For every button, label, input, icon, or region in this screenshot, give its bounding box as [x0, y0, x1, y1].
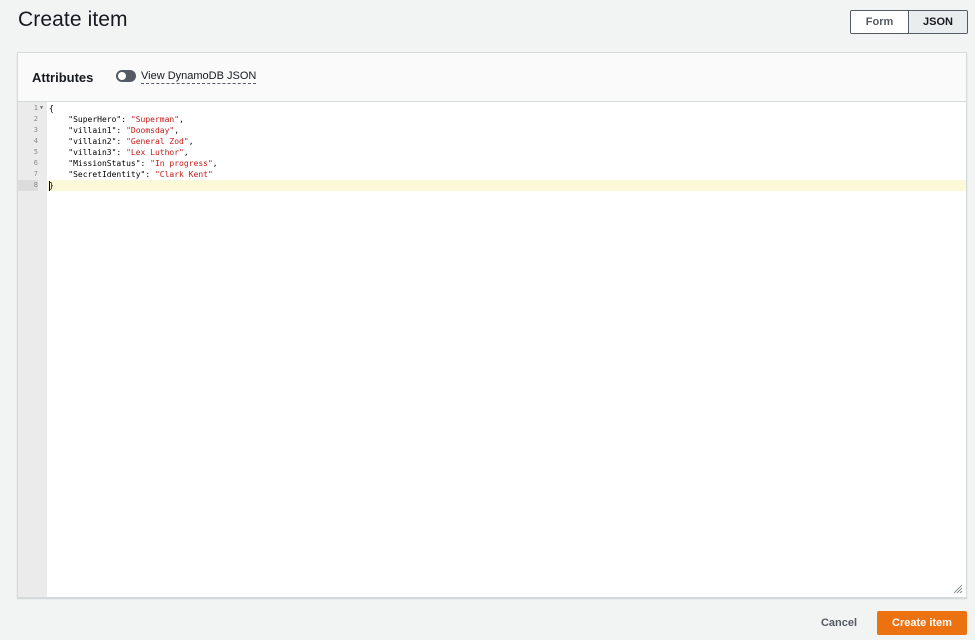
attributes-panel: Attributes View DynamoDB JSON 1 ▼ 2 3 4 5 6 7 8 … [17, 52, 967, 598]
code-line-text: "SecretIdentity": "Clark Kent" [49, 169, 213, 180]
line-number: 5 [33, 148, 38, 156]
fold-caret-icon[interactable]: ▼ [40, 103, 46, 114]
json-punctuation: , [188, 137, 194, 146]
json-string-value: "Doomsday" [126, 126, 175, 135]
code-line: "villain1": "Doomsday", [47, 125, 966, 136]
code-line-text: "villain2": "General Zod", [49, 136, 194, 147]
code-line-text: "villain3": "Lex Luthor", [49, 147, 189, 158]
line-number: 7 [33, 170, 38, 178]
cancel-button[interactable]: Cancel [810, 612, 868, 634]
create-item-page: Create item Form JSON Attributes View Dy… [0, 0, 975, 640]
toggle-knob [118, 72, 126, 80]
code-line: } [47, 180, 966, 191]
page-title: Create item [18, 8, 128, 31]
json-string-value: "General Zod" [126, 137, 189, 146]
json-key: "MissionStatus": [49, 159, 151, 168]
code-line-text: { [49, 103, 54, 114]
form-mode-button[interactable]: Form [851, 11, 909, 33]
resize-grip-icon[interactable] [953, 584, 963, 594]
view-dynamodb-json-toggle[interactable] [116, 70, 136, 82]
attributes-panel-header: Attributes View DynamoDB JSON [18, 53, 966, 102]
attributes-heading: Attributes [32, 70, 94, 85]
json-punctuation: , [179, 115, 184, 124]
json-code-editor[interactable]: 1 ▼ 2 3 4 5 6 7 8 { "SuperHero": "Superman", "vi… [18, 102, 966, 597]
json-key: "villain2": [49, 137, 127, 146]
json-punctuation: { [49, 104, 54, 113]
json-string-value: "Superman" [130, 115, 180, 124]
line-number: 6 [33, 159, 38, 167]
json-key: "villain3": [49, 148, 127, 157]
code-line-text: "villain1": "Doomsday", [49, 125, 179, 136]
json-key: "SecretIdentity": [49, 170, 155, 179]
json-string-value: "In progress" [150, 159, 213, 168]
mode-segmented-control: Form JSON [850, 10, 968, 34]
create-item-button[interactable]: Create item [877, 611, 967, 635]
line-number: 3 [33, 126, 38, 134]
line-number: 8 [18, 180, 38, 191]
code-line-text: "MissionStatus": "In progress", [49, 158, 218, 169]
code-line-text: "SuperHero": "Superman", [49, 114, 184, 125]
code-line: "villain3": "Lex Luthor", [47, 147, 966, 158]
code-line: "SecretIdentity": "Clark Kent" [47, 169, 966, 180]
view-dynamodb-json-label[interactable]: View DynamoDB JSON [141, 70, 257, 84]
editor-code-area[interactable]: { "SuperHero": "Superman", "villain1": "… [47, 102, 966, 597]
line-number: 2 [33, 115, 38, 123]
line-number: 1 [33, 104, 38, 112]
text-cursor [49, 181, 50, 191]
json-punctuation: , [174, 126, 180, 135]
editor-gutter: 1 ▼ 2 3 4 5 6 7 8 [18, 102, 47, 597]
json-key: "villain1": [49, 126, 127, 135]
json-string-value: "Clark Kent" [154, 170, 213, 179]
json-punctuation: , [212, 159, 218, 168]
code-line: "MissionStatus": "In progress", [47, 158, 966, 169]
code-line: "villain2": "General Zod", [47, 136, 966, 147]
line-number: 4 [33, 137, 38, 145]
code-line: { [47, 103, 966, 114]
code-line: "SuperHero": "Superman", [47, 114, 966, 125]
json-key: "SuperHero": [49, 115, 131, 124]
json-punctuation: , [183, 148, 189, 157]
json-mode-button[interactable]: JSON [909, 11, 967, 33]
json-string-value: "Lex Luthor" [126, 148, 184, 157]
